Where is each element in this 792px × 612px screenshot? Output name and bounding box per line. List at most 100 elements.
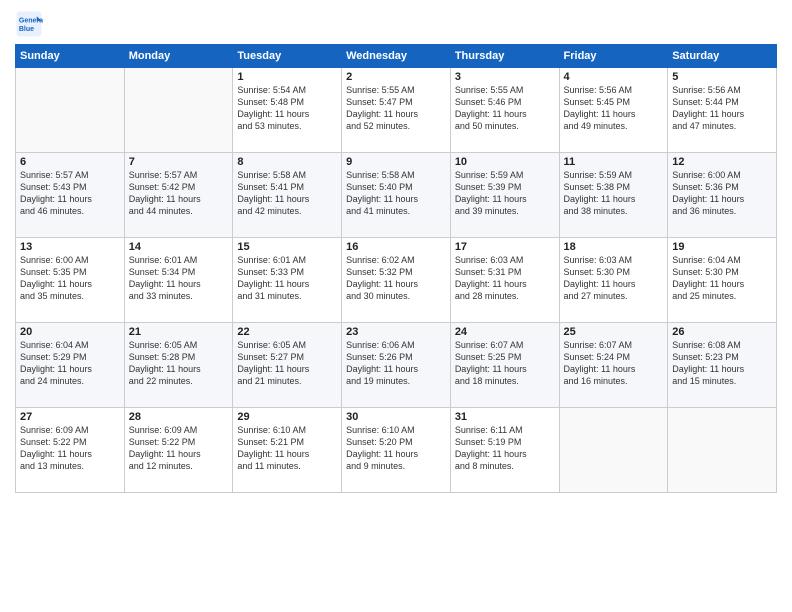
day-info: Sunrise: 6:01 AM Sunset: 5:33 PM Dayligh…: [237, 254, 337, 303]
calendar-cell: 10Sunrise: 5:59 AM Sunset: 5:39 PM Dayli…: [450, 153, 559, 238]
day-number: 11: [564, 156, 664, 168]
col-header-wednesday: Wednesday: [342, 45, 451, 68]
day-number: 3: [455, 71, 555, 83]
calendar-header-row: SundayMondayTuesdayWednesdayThursdayFrid…: [16, 45, 777, 68]
day-number: 29: [237, 411, 337, 423]
day-number: 14: [129, 241, 229, 253]
day-number: 19: [672, 241, 772, 253]
day-number: 21: [129, 326, 229, 338]
calendar-cell: 12Sunrise: 6:00 AM Sunset: 5:36 PM Dayli…: [668, 153, 777, 238]
week-row-4: 20Sunrise: 6:04 AM Sunset: 5:29 PM Dayli…: [16, 323, 777, 408]
page-container: General Blue SundayMondayTuesdayWednesda…: [0, 0, 792, 503]
day-info: Sunrise: 5:59 AM Sunset: 5:38 PM Dayligh…: [564, 169, 664, 218]
day-info: Sunrise: 6:10 AM Sunset: 5:21 PM Dayligh…: [237, 424, 337, 473]
day-number: 15: [237, 241, 337, 253]
day-info: Sunrise: 6:03 AM Sunset: 5:31 PM Dayligh…: [455, 254, 555, 303]
day-info: Sunrise: 6:03 AM Sunset: 5:30 PM Dayligh…: [564, 254, 664, 303]
day-number: 13: [20, 241, 120, 253]
col-header-tuesday: Tuesday: [233, 45, 342, 68]
day-number: 25: [564, 326, 664, 338]
calendar-cell: 6Sunrise: 5:57 AM Sunset: 5:43 PM Daylig…: [16, 153, 125, 238]
day-info: Sunrise: 5:57 AM Sunset: 5:43 PM Dayligh…: [20, 169, 120, 218]
svg-text:Blue: Blue: [19, 26, 34, 33]
calendar-cell: 19Sunrise: 6:04 AM Sunset: 5:30 PM Dayli…: [668, 238, 777, 323]
day-number: 17: [455, 241, 555, 253]
day-info: Sunrise: 6:09 AM Sunset: 5:22 PM Dayligh…: [20, 424, 120, 473]
calendar-cell: [124, 68, 233, 153]
calendar-cell: 7Sunrise: 5:57 AM Sunset: 5:42 PM Daylig…: [124, 153, 233, 238]
col-header-monday: Monday: [124, 45, 233, 68]
day-number: 2: [346, 71, 446, 83]
day-info: Sunrise: 6:01 AM Sunset: 5:34 PM Dayligh…: [129, 254, 229, 303]
day-info: Sunrise: 5:59 AM Sunset: 5:39 PM Dayligh…: [455, 169, 555, 218]
day-number: 18: [564, 241, 664, 253]
day-info: Sunrise: 5:56 AM Sunset: 5:45 PM Dayligh…: [564, 84, 664, 133]
week-row-2: 6Sunrise: 5:57 AM Sunset: 5:43 PM Daylig…: [16, 153, 777, 238]
day-info: Sunrise: 5:55 AM Sunset: 5:46 PM Dayligh…: [455, 84, 555, 133]
day-info: Sunrise: 6:05 AM Sunset: 5:28 PM Dayligh…: [129, 339, 229, 388]
calendar-cell: [16, 68, 125, 153]
calendar-cell: 30Sunrise: 6:10 AM Sunset: 5:20 PM Dayli…: [342, 408, 451, 493]
day-number: 7: [129, 156, 229, 168]
day-info: Sunrise: 6:07 AM Sunset: 5:24 PM Dayligh…: [564, 339, 664, 388]
col-header-sunday: Sunday: [16, 45, 125, 68]
calendar-cell: 9Sunrise: 5:58 AM Sunset: 5:40 PM Daylig…: [342, 153, 451, 238]
day-info: Sunrise: 6:11 AM Sunset: 5:19 PM Dayligh…: [455, 424, 555, 473]
day-number: 5: [672, 71, 772, 83]
calendar-cell: 17Sunrise: 6:03 AM Sunset: 5:31 PM Dayli…: [450, 238, 559, 323]
calendar-cell: 31Sunrise: 6:11 AM Sunset: 5:19 PM Dayli…: [450, 408, 559, 493]
day-info: Sunrise: 6:06 AM Sunset: 5:26 PM Dayligh…: [346, 339, 446, 388]
calendar-cell: 11Sunrise: 5:59 AM Sunset: 5:38 PM Dayli…: [559, 153, 668, 238]
calendar-cell: 16Sunrise: 6:02 AM Sunset: 5:32 PM Dayli…: [342, 238, 451, 323]
day-number: 28: [129, 411, 229, 423]
day-info: Sunrise: 6:02 AM Sunset: 5:32 PM Dayligh…: [346, 254, 446, 303]
day-number: 9: [346, 156, 446, 168]
day-info: Sunrise: 6:04 AM Sunset: 5:29 PM Dayligh…: [20, 339, 120, 388]
calendar-cell: 13Sunrise: 6:00 AM Sunset: 5:35 PM Dayli…: [16, 238, 125, 323]
col-header-saturday: Saturday: [668, 45, 777, 68]
day-info: Sunrise: 6:09 AM Sunset: 5:22 PM Dayligh…: [129, 424, 229, 473]
calendar-cell: 21Sunrise: 6:05 AM Sunset: 5:28 PM Dayli…: [124, 323, 233, 408]
day-number: 8: [237, 156, 337, 168]
calendar-cell: 26Sunrise: 6:08 AM Sunset: 5:23 PM Dayli…: [668, 323, 777, 408]
header: General Blue: [15, 10, 777, 38]
day-number: 24: [455, 326, 555, 338]
calendar-cell: [668, 408, 777, 493]
day-info: Sunrise: 6:08 AM Sunset: 5:23 PM Dayligh…: [672, 339, 772, 388]
day-info: Sunrise: 6:07 AM Sunset: 5:25 PM Dayligh…: [455, 339, 555, 388]
day-info: Sunrise: 6:05 AM Sunset: 5:27 PM Dayligh…: [237, 339, 337, 388]
calendar-cell: 24Sunrise: 6:07 AM Sunset: 5:25 PM Dayli…: [450, 323, 559, 408]
calendar-cell: 2Sunrise: 5:55 AM Sunset: 5:47 PM Daylig…: [342, 68, 451, 153]
svg-text:General: General: [19, 17, 43, 24]
day-number: 12: [672, 156, 772, 168]
day-info: Sunrise: 5:54 AM Sunset: 5:48 PM Dayligh…: [237, 84, 337, 133]
day-info: Sunrise: 5:56 AM Sunset: 5:44 PM Dayligh…: [672, 84, 772, 133]
calendar-cell: 22Sunrise: 6:05 AM Sunset: 5:27 PM Dayli…: [233, 323, 342, 408]
calendar-cell: 14Sunrise: 6:01 AM Sunset: 5:34 PM Dayli…: [124, 238, 233, 323]
day-info: Sunrise: 6:04 AM Sunset: 5:30 PM Dayligh…: [672, 254, 772, 303]
calendar-cell: 23Sunrise: 6:06 AM Sunset: 5:26 PM Dayli…: [342, 323, 451, 408]
day-number: 26: [672, 326, 772, 338]
calendar-cell: 25Sunrise: 6:07 AM Sunset: 5:24 PM Dayli…: [559, 323, 668, 408]
day-number: 10: [455, 156, 555, 168]
day-info: Sunrise: 6:00 AM Sunset: 5:35 PM Dayligh…: [20, 254, 120, 303]
calendar-cell: 8Sunrise: 5:58 AM Sunset: 5:41 PM Daylig…: [233, 153, 342, 238]
day-number: 20: [20, 326, 120, 338]
day-info: Sunrise: 5:57 AM Sunset: 5:42 PM Dayligh…: [129, 169, 229, 218]
calendar-cell: 1Sunrise: 5:54 AM Sunset: 5:48 PM Daylig…: [233, 68, 342, 153]
col-header-thursday: Thursday: [450, 45, 559, 68]
logo-icon: General Blue: [15, 10, 43, 38]
logo: General Blue: [15, 10, 47, 38]
calendar-cell: 18Sunrise: 6:03 AM Sunset: 5:30 PM Dayli…: [559, 238, 668, 323]
day-number: 22: [237, 326, 337, 338]
day-number: 4: [564, 71, 664, 83]
week-row-1: 1Sunrise: 5:54 AM Sunset: 5:48 PM Daylig…: [16, 68, 777, 153]
day-info: Sunrise: 5:58 AM Sunset: 5:40 PM Dayligh…: [346, 169, 446, 218]
calendar-table: SundayMondayTuesdayWednesdayThursdayFrid…: [15, 44, 777, 493]
calendar-cell: 4Sunrise: 5:56 AM Sunset: 5:45 PM Daylig…: [559, 68, 668, 153]
calendar-cell: 28Sunrise: 6:09 AM Sunset: 5:22 PM Dayli…: [124, 408, 233, 493]
calendar-cell: 27Sunrise: 6:09 AM Sunset: 5:22 PM Dayli…: [16, 408, 125, 493]
calendar-cell: 15Sunrise: 6:01 AM Sunset: 5:33 PM Dayli…: [233, 238, 342, 323]
week-row-3: 13Sunrise: 6:00 AM Sunset: 5:35 PM Dayli…: [16, 238, 777, 323]
col-header-friday: Friday: [559, 45, 668, 68]
